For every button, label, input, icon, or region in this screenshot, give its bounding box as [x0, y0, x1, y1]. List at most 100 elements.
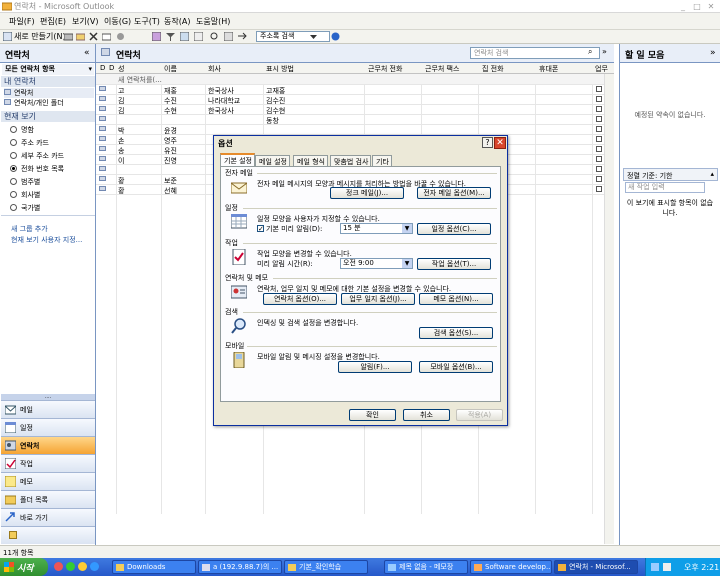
- search-options-chevron-icon[interactable]: »: [602, 47, 607, 56]
- delete-icon[interactable]: [89, 32, 98, 41]
- taskbar-item-downloads[interactable]: Downloads: [112, 560, 196, 574]
- column-home-phone[interactable]: 집 전화: [482, 64, 504, 74]
- journal-checkbox[interactable]: [596, 86, 602, 92]
- mobile-options-button[interactable]: 모바일 옵션(B)...: [419, 361, 493, 373]
- journal-checkbox[interactable]: [596, 166, 602, 172]
- taskbar-item-remote[interactable]: a (192.9.88.7)의 ...: [198, 560, 282, 574]
- nav-button-shortcuts[interactable]: 바로 가기: [1, 508, 95, 526]
- tab-preferences[interactable]: 기본 설정: [220, 153, 255, 167]
- add-new-group-link[interactable]: 새 그룹 추가: [11, 224, 48, 234]
- journal-checkbox[interactable]: [596, 126, 602, 132]
- attachment-column-icon[interactable]: D: [109, 64, 114, 72]
- column-company[interactable]: 회사: [208, 64, 221, 74]
- menu-tools[interactable]: 도구(T): [134, 16, 160, 27]
- column-business-fax[interactable]: 근무처 팩스: [425, 64, 459, 74]
- nav-button-calendar[interactable]: 일정: [1, 418, 95, 436]
- column-mobile-phone[interactable]: 휴대폰: [539, 64, 558, 74]
- quick-launch-icon[interactable]: [54, 562, 63, 571]
- column-file-as[interactable]: 표시 방법: [266, 64, 294, 74]
- menu-help[interactable]: 도움말(H): [196, 16, 230, 27]
- vertical-scrollbar[interactable]: [604, 74, 614, 544]
- filter-icon[interactable]: [166, 32, 175, 41]
- view-by-category[interactable]: 범주별: [10, 177, 40, 187]
- new-task-input[interactable]: 새 작업 입력: [625, 182, 705, 193]
- clock[interactable]: 오후 2:21: [684, 563, 719, 572]
- view-phone-list[interactable]: 전화 번호 목록: [10, 164, 64, 174]
- table-row[interactable]: 박 윤경: [96, 126, 614, 135]
- contact-search-input[interactable]: 연락처 검색: [470, 47, 600, 59]
- email-options-button[interactable]: 전자 메일 옵션(M)...: [417, 187, 491, 199]
- dial-icon[interactable]: [116, 32, 125, 41]
- calendar-options-button[interactable]: 일정 옵션(C)...: [417, 223, 491, 235]
- column-first-name[interactable]: 이름: [164, 64, 177, 74]
- table-row[interactable]: 고 재홍 한국상사 고재홍: [96, 86, 614, 95]
- menu-file[interactable]: 파일(F): [9, 16, 35, 27]
- journal-checkbox[interactable]: [596, 146, 602, 152]
- nav-button-contacts[interactable]: 연락처: [1, 436, 95, 454]
- journal-checkbox[interactable]: [596, 176, 602, 182]
- journal-checkbox[interactable]: [596, 116, 602, 122]
- journal-checkbox[interactable]: [596, 136, 602, 142]
- tray-icon[interactable]: [651, 563, 659, 571]
- quick-launch-icon[interactable]: [78, 562, 87, 571]
- new-contact-row[interactable]: 새 연락처를(...: [96, 74, 614, 85]
- organize-icon[interactable]: [180, 32, 189, 41]
- view-by-company[interactable]: 회사별: [10, 190, 40, 200]
- find-icon[interactable]: [210, 32, 219, 41]
- quick-launch-icon[interactable]: [66, 562, 75, 571]
- apply-button[interactable]: 적용(A): [456, 409, 503, 421]
- menu-edit[interactable]: 편집(E): [40, 16, 66, 27]
- collapse-todo-icon[interactable]: »: [710, 48, 716, 58]
- journal-options-button[interactable]: 업무 일지 옵션(J)...: [341, 293, 415, 305]
- arrange-by-header[interactable]: 정렬 기준: 기한 ▴: [623, 168, 718, 181]
- taskbar-item-outlook[interactable]: 연락처 - Microsof...: [554, 560, 638, 574]
- search-icon[interactable]: ⌕: [588, 47, 592, 57]
- print-icon[interactable]: [64, 32, 73, 41]
- categorize-icon[interactable]: [152, 32, 161, 41]
- search-options-button[interactable]: 검색 옵션(S)...: [419, 327, 493, 339]
- icon-column-icon[interactable]: D: [100, 64, 105, 72]
- quick-launch-icon[interactable]: [90, 562, 99, 571]
- column-last-name[interactable]: 성: [118, 64, 124, 74]
- nav-item-contacts[interactable]: 연락처: [4, 88, 94, 98]
- notifications-button[interactable]: 알림(F)...: [338, 361, 412, 373]
- minimize-button[interactable]: _: [676, 1, 690, 12]
- journal-checkbox[interactable]: [596, 186, 602, 192]
- rules-icon[interactable]: [224, 32, 233, 41]
- view-detailed-address-cards[interactable]: 세부 주소 카드: [10, 151, 64, 161]
- address-search-dropdown-icon[interactable]: [309, 32, 318, 41]
- journal-checkbox[interactable]: [596, 106, 602, 112]
- view-business-cards[interactable]: 명함: [10, 125, 34, 135]
- column-journal[interactable]: 업무: [595, 64, 608, 74]
- nav-button-folder-list[interactable]: 폴더 목록: [1, 490, 95, 508]
- nav-button-tasks[interactable]: 작업: [1, 454, 95, 472]
- address-book-icon[interactable]: [194, 32, 203, 41]
- taskbar-item-practice[interactable]: 기본_확인학습: [284, 560, 368, 574]
- maximize-button[interactable]: □: [690, 1, 704, 12]
- all-contacts-dropdown[interactable]: 모든 연락처 항목 ▾: [2, 64, 94, 75]
- nav-button-mail[interactable]: 메일: [1, 400, 95, 418]
- nav-item-personal-contacts[interactable]: 연락처/개인 폴더: [4, 98, 64, 108]
- forward-icon[interactable]: [238, 32, 247, 41]
- address-book-search-input[interactable]: 주소록 검색: [256, 31, 330, 42]
- dialog-close-button[interactable]: ✕: [494, 137, 506, 149]
- dialog-help-button[interactable]: ?: [482, 137, 493, 148]
- cancel-button[interactable]: 취소: [403, 409, 450, 421]
- task-reminder-time-select[interactable]: 오전 9:00 ▼: [340, 258, 413, 269]
- default-reminder-checkbox[interactable]: ✓: [257, 225, 264, 233]
- nav-button-notes[interactable]: 메모: [1, 472, 95, 490]
- reminder-time-select[interactable]: 15 분 ▼: [340, 223, 413, 234]
- note-options-button[interactable]: 메모 옵션(N)...: [419, 293, 493, 305]
- tray-icon[interactable]: [663, 563, 671, 571]
- start-button[interactable]: 시작: [0, 558, 48, 576]
- taskbar-item-notepad[interactable]: 제목 없음 - 메모장: [384, 560, 468, 574]
- junk-email-button[interactable]: 정크 메일(J)...: [330, 187, 404, 199]
- journal-checkbox[interactable]: [596, 156, 602, 162]
- customize-view-link[interactable]: 현재 보기 사용자 지정...: [11, 235, 82, 245]
- journal-checkbox[interactable]: [596, 96, 602, 102]
- menu-actions[interactable]: 동작(A): [164, 16, 190, 27]
- send-mail-icon[interactable]: [102, 32, 111, 41]
- table-row[interactable]: 김 수현 한국상사 김수현: [96, 106, 614, 115]
- new-button[interactable]: 새로 만들기(N): [14, 31, 66, 42]
- menu-go[interactable]: 이동(G): [104, 16, 131, 27]
